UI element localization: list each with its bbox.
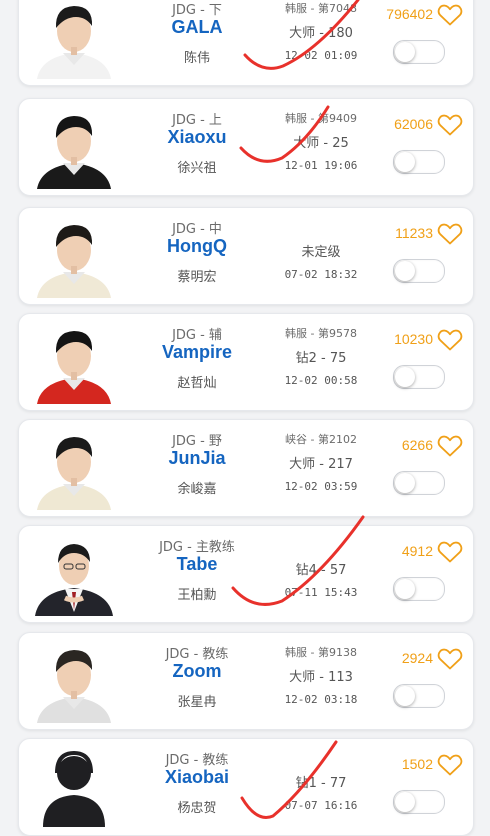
avatar (31, 426, 117, 510)
last-updated-time: 12-02 01:09 (284, 49, 358, 62)
like-count: 6266 (401, 437, 433, 453)
avatar (31, 214, 117, 298)
team-role: JDG - 教练 (165, 647, 229, 662)
follow-toggle[interactable] (393, 684, 445, 708)
like-count: 4912 (401, 543, 433, 559)
server-ranking: 韩服 - 第9409 (285, 112, 357, 125)
rank-tier: 钻2 - 75 (295, 351, 347, 366)
last-updated-time: 07-11 15:43 (284, 586, 358, 599)
toggle-knob (395, 261, 415, 281)
like-count: 10230 (394, 331, 433, 347)
rank-tier: 大师 - 113 (289, 670, 353, 685)
toggle-knob (395, 42, 415, 62)
heart-icon[interactable] (437, 540, 463, 564)
toggle-knob (395, 579, 415, 599)
last-updated-time: 12-02 03:18 (284, 693, 358, 706)
rank-tier: 大师 - 25 (293, 136, 349, 151)
real-name: 徐兴祖 (177, 161, 217, 176)
player-card[interactable]: JDG - 辅 Vampire 赵哲灿 韩服 - 第9578 钻2 - 75 1… (18, 313, 474, 411)
toggle-knob (395, 792, 415, 812)
last-updated-time: 07-02 18:32 (284, 268, 358, 281)
player-card[interactable]: JDG - 主教练 Tabe 王柏勳 钻4 - 57 07-11 15:43 4… (18, 525, 474, 623)
heart-icon[interactable] (437, 434, 463, 458)
heart-icon[interactable] (437, 113, 463, 137)
real-name: 张星冉 (177, 695, 217, 710)
rank-tier: 大师 - 180 (289, 26, 353, 41)
follow-toggle[interactable] (393, 471, 445, 495)
team-role: JDG - 中 (172, 222, 222, 237)
follow-toggle[interactable] (393, 577, 445, 601)
team-role: JDG - 下 (172, 3, 222, 18)
rank-tier: 未定级 (301, 245, 341, 260)
avatar (31, 320, 117, 404)
team-role: JDG - 上 (172, 113, 222, 128)
like-count: 11233 (395, 225, 433, 241)
toggle-knob (395, 367, 415, 387)
player-name[interactable]: GALA (129, 17, 265, 38)
last-updated-time: 12-01 19:06 (284, 159, 358, 172)
avatar (31, 0, 117, 79)
player-name[interactable]: Tabe (129, 554, 265, 575)
rank-tier: 钻4 - 57 (295, 563, 347, 578)
toggle-knob (395, 152, 415, 172)
follow-toggle[interactable] (393, 365, 445, 389)
heart-icon[interactable] (437, 3, 463, 27)
avatar (31, 105, 117, 189)
heart-icon[interactable] (437, 328, 463, 352)
last-updated-time: 07-07 16:16 (284, 799, 358, 812)
toggle-knob (395, 473, 415, 493)
player-name[interactable]: Vampire (129, 342, 265, 363)
player-name[interactable]: Xiaoxu (129, 127, 265, 148)
avatar (31, 639, 117, 723)
follow-toggle[interactable] (393, 790, 445, 814)
real-name: 蔡明宏 (177, 270, 217, 285)
server-ranking: 峡谷 - 第2102 (285, 433, 357, 446)
last-updated-time: 12-02 00:58 (284, 374, 358, 387)
player-card[interactable]: JDG - 上 Xiaoxu 徐兴祖 韩服 - 第9409 大师 - 25 12… (18, 98, 474, 196)
real-name: 余峻嘉 (177, 482, 217, 497)
server-ranking: 韩服 - 第9138 (285, 646, 357, 659)
avatar (31, 532, 117, 616)
follow-toggle[interactable] (393, 150, 445, 174)
player-card[interactable]: JDG - 野 JunJia 余峻嘉 峡谷 - 第2102 大师 - 217 1… (18, 419, 474, 517)
server-ranking: 韩服 - 第9578 (285, 327, 357, 340)
player-card[interactable]: JDG - 下 GALA 陈伟 韩服 - 第7048 大师 - 180 12-0… (18, 0, 474, 86)
toggle-knob (395, 686, 415, 706)
player-name[interactable]: HongQ (129, 236, 265, 257)
last-updated-time: 12-02 03:59 (284, 480, 358, 493)
team-role: JDG - 教练 (165, 753, 229, 768)
heart-icon[interactable] (437, 753, 463, 777)
player-name[interactable]: Zoom (129, 661, 265, 682)
rank-tier: 大师 - 217 (289, 457, 353, 472)
follow-toggle[interactable] (393, 40, 445, 64)
player-card[interactable]: JDG - 教练 Zoom 张星冉 韩服 - 第9138 大师 - 113 12… (18, 632, 474, 730)
real-name: 赵哲灿 (177, 376, 217, 391)
like-count: 62006 (394, 116, 433, 132)
player-name[interactable]: JunJia (129, 448, 265, 469)
heart-icon[interactable] (437, 222, 463, 246)
heart-icon[interactable] (437, 647, 463, 671)
server-ranking: 韩服 - 第7048 (285, 2, 357, 15)
team-role: JDG - 辅 (172, 328, 222, 343)
like-count: 1502 (401, 756, 433, 772)
player-card[interactable]: JDG - 中 HongQ 蔡明宏 未定级 07-02 18:32 11233 (18, 207, 474, 305)
rank-tier: 钻1 - 77 (295, 776, 347, 791)
team-role: JDG - 主教练 (159, 540, 235, 555)
player-name[interactable]: Xiaobai (129, 767, 265, 788)
follow-toggle[interactable] (393, 259, 445, 283)
real-name: 王柏勳 (177, 588, 217, 603)
player-card[interactable]: JDG - 教练 Xiaobai 杨忠贺 钻1 - 77 07-07 16:16… (18, 738, 474, 836)
player-list: JDG - 下 GALA 陈伟 韩服 - 第7048 大师 - 180 12-0… (0, 0, 490, 836)
real-name: 杨忠贺 (177, 801, 217, 816)
team-role: JDG - 野 (172, 434, 222, 449)
avatar (31, 745, 117, 829)
real-name: 陈伟 (183, 51, 210, 66)
like-count: 796402 (386, 6, 433, 22)
like-count: 2924 (401, 650, 433, 666)
